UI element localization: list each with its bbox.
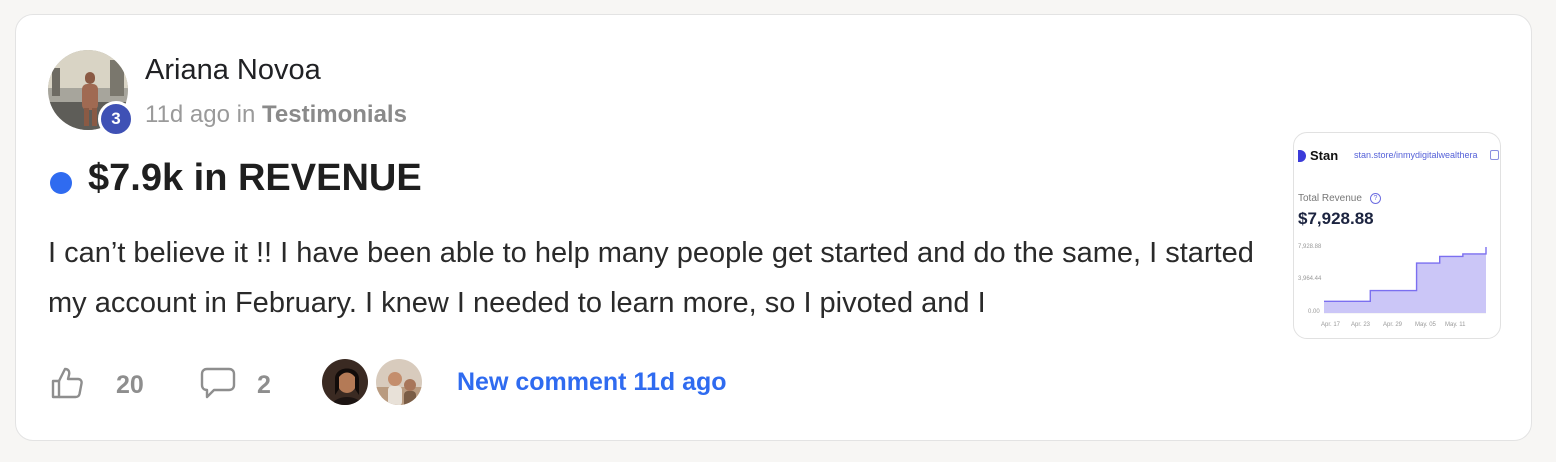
commenter-avatar[interactable] — [374, 357, 424, 407]
thumbs-up-icon — [49, 365, 85, 406]
revenue-chart — [1324, 247, 1487, 314]
comment-button[interactable]: 2 — [199, 365, 271, 406]
post-card[interactable]: 3 Ariana Novoa 11d ago in Testimonials $… — [15, 14, 1532, 441]
post-title[interactable]: $7.9k in REVENUE — [88, 157, 422, 200]
post-meta: 11d ago in Testimonials — [145, 101, 407, 129]
post-time: 11d ago — [145, 101, 230, 128]
comment-count: 2 — [257, 371, 271, 399]
commenter-avatar[interactable] — [320, 357, 370, 407]
commenter-avatars[interactable] — [320, 357, 424, 407]
author-name[interactable]: Ariana Novoa — [145, 54, 321, 87]
post-body[interactable]: I can’t believe it !! I have been able t… — [48, 228, 1278, 328]
like-button[interactable]: 20 — [49, 365, 144, 406]
speech-bubble-icon — [199, 365, 237, 406]
attachment-thumbnail[interactable]: Stan stan.store/inmydigitalwealthera Tot… — [1293, 132, 1501, 339]
like-count: 20 — [116, 371, 144, 399]
unread-indicator — [50, 172, 72, 194]
new-comment-link[interactable]: New comment 11d ago — [457, 368, 727, 397]
level-badge: 3 — [98, 101, 134, 137]
category-link[interactable]: Testimonials — [262, 101, 407, 128]
meta-in: in — [236, 101, 256, 128]
